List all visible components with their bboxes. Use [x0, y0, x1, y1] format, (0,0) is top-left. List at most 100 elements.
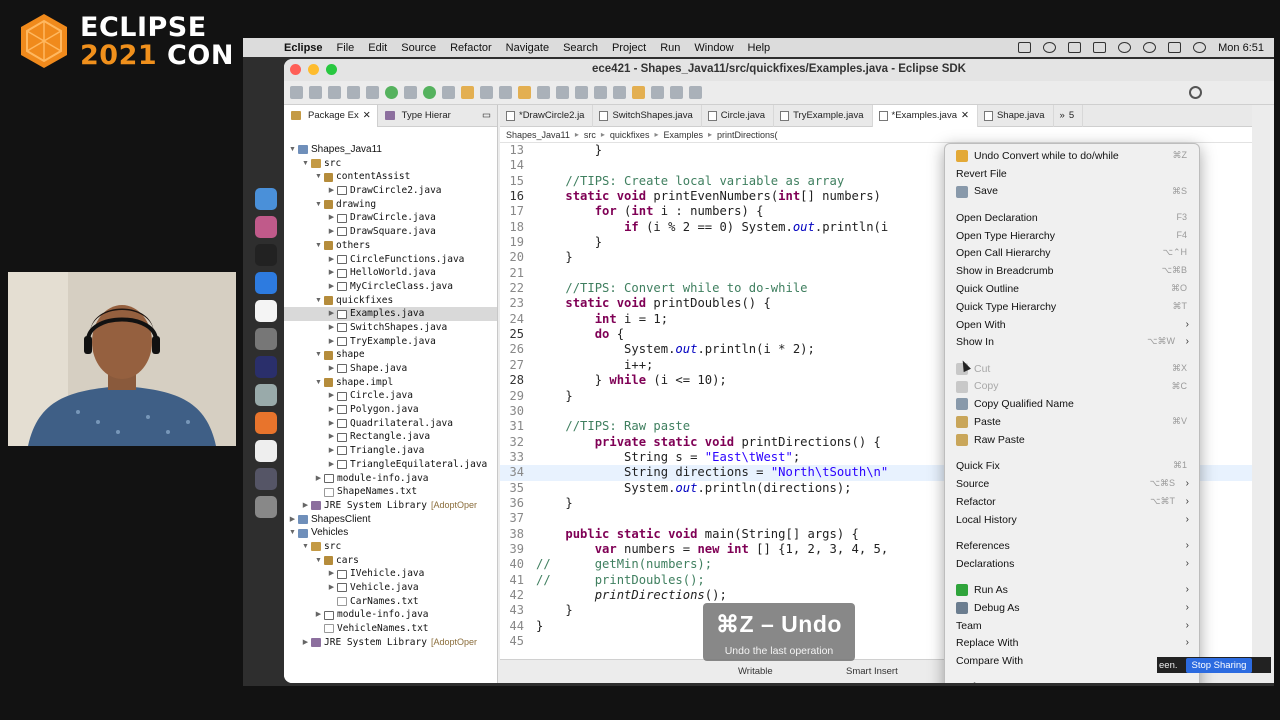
- tree-item[interactable]: ▶ Circle.java: [284, 389, 497, 403]
- collapsed-chevron-icon[interactable]: ▶: [327, 403, 336, 417]
- menu-item-show-in[interactable]: Show In ⌥⌘W ›: [945, 333, 1199, 351]
- stop-sharing-button[interactable]: Stop Sharing: [1185, 657, 1253, 673]
- siri-icon[interactable]: [1193, 42, 1207, 53]
- collapsed-chevron-icon[interactable]: ▶: [314, 472, 323, 486]
- menu-item-source[interactable]: Source ⌥⌘S ›: [945, 475, 1199, 493]
- menu-item-declarations[interactable]: Declarations ›: [945, 555, 1199, 573]
- firefox-dock-icon[interactable]: [255, 412, 277, 434]
- tree-item[interactable]: ▶ Vehicle.java: [284, 581, 497, 595]
- editor-tab[interactable]: *Examples.java ✕: [872, 104, 978, 127]
- tree-item[interactable]: ▶ module-info.java: [284, 608, 497, 622]
- tree-item[interactable]: ▶ SwitchShapes.java: [284, 321, 497, 335]
- new-package-icon[interactable]: [461, 86, 474, 99]
- breadcrumb-item[interactable]: Shapes_Java11: [506, 130, 570, 140]
- menu-item-raw-paste[interactable]: Raw Paste: [945, 431, 1199, 449]
- close-icon[interactable]: ✕: [961, 110, 969, 121]
- menu-item-replace-with[interactable]: Replace With ›: [945, 634, 1199, 652]
- tree-item[interactable]: ▶ JRE System Library [AdoptOper: [284, 499, 497, 513]
- back-icon[interactable]: [651, 86, 664, 99]
- tree-item[interactable]: ▶ Triangle.java: [284, 444, 497, 458]
- menu-item-open-type-hierarchy[interactable]: Open Type Hierarchy F4: [945, 227, 1199, 245]
- previous-annotation-icon[interactable]: [613, 86, 626, 99]
- skip-breakpoints-icon[interactable]: [347, 86, 360, 99]
- tree-item[interactable]: ▼ Vehicles: [284, 526, 497, 540]
- collapsed-chevron-icon[interactable]: ▶: [327, 581, 336, 595]
- show-whitespace-icon[interactable]: [556, 86, 569, 99]
- editor-tab[interactable]: SwitchShapes.java: [593, 104, 702, 127]
- collapsed-chevron-icon[interactable]: ▶: [301, 636, 310, 650]
- battery-icon[interactable]: [1093, 42, 1107, 53]
- textedit-dock-icon[interactable]: [255, 440, 277, 462]
- menu-item-open-declaration[interactable]: Open Declaration F3: [945, 209, 1199, 227]
- tab-package-explorer[interactable]: Package Ex ✕: [284, 104, 378, 127]
- minimize-view-icon[interactable]: ▭: [476, 105, 497, 127]
- editor-tab[interactable]: TryExample.java: [774, 104, 873, 127]
- menu-item-debug-as[interactable]: Debug As ›: [945, 599, 1199, 617]
- menu-navigate[interactable]: Navigate: [499, 42, 556, 54]
- tree-item[interactable]: ▼ quickfixes: [284, 294, 497, 308]
- menu-source[interactable]: Source: [394, 42, 443, 54]
- collapsed-chevron-icon[interactable]: ▶: [327, 335, 336, 349]
- block-selection-icon[interactable]: [575, 86, 588, 99]
- tree-item[interactable]: ▼ others: [284, 239, 497, 253]
- menu-project[interactable]: Project: [605, 42, 653, 54]
- save-all-icon[interactable]: [328, 86, 341, 99]
- collapsed-chevron-icon[interactable]: ▶: [327, 458, 336, 472]
- tree-item[interactable]: ▼ src: [284, 157, 497, 171]
- menu-item-open-call-hierarchy[interactable]: Open Call Hierarchy ⌥⌃H: [945, 244, 1199, 262]
- more-tabs-button[interactable]: » 5: [1054, 104, 1084, 127]
- expanded-chevron-icon[interactable]: ▼: [314, 170, 323, 184]
- menu-item-undo-convert-while-to-do-while[interactable]: Undo Convert while to do/while ⌘Z: [945, 147, 1199, 165]
- editor-tab[interactable]: *DrawCircle2.ja: [500, 104, 594, 127]
- expanded-chevron-icon[interactable]: ▼: [314, 198, 323, 212]
- menu-item-local-history[interactable]: Local History ›: [945, 511, 1199, 529]
- collapsed-chevron-icon[interactable]: ▶: [327, 362, 336, 376]
- tree-item[interactable]: ▶ module-info.java: [284, 472, 497, 486]
- expanded-chevron-icon[interactable]: ▼: [288, 526, 297, 540]
- collapsed-chevron-icon[interactable]: ▶: [288, 513, 297, 527]
- tree-item[interactable]: ▼ shape.impl: [284, 376, 497, 390]
- safari-dock-icon[interactable]: [255, 272, 277, 294]
- calendar-dock-icon[interactable]: [255, 300, 277, 322]
- toggle-mark-occurrences-icon[interactable]: [518, 86, 531, 99]
- toggle-breadcrumb-icon[interactable]: [537, 86, 550, 99]
- expanded-chevron-icon[interactable]: ▼: [314, 554, 323, 568]
- terminal-dock-icon[interactable]: [255, 244, 277, 266]
- menu-item-revert-file[interactable]: Revert File: [945, 165, 1199, 183]
- system-preferences-dock-icon[interactable]: [255, 328, 277, 350]
- tree-item[interactable]: ▶ DrawCircle2.java: [284, 184, 497, 198]
- expanded-chevron-icon[interactable]: ▼: [314, 294, 323, 308]
- tree-item[interactable]: ▶ Rectangle.java: [284, 430, 497, 444]
- menu-item-quick-outline[interactable]: Quick Outline ⌘O: [945, 280, 1199, 298]
- menu-help[interactable]: Help: [741, 42, 778, 54]
- screen-share-icon[interactable]: [1018, 42, 1032, 53]
- tree-item[interactable]: VehicleNames.txt: [284, 622, 497, 636]
- collapsed-chevron-icon[interactable]: ▶: [327, 211, 336, 225]
- tree-item[interactable]: ▶ TriangleEquilateral.java: [284, 458, 497, 472]
- tree-item[interactable]: ▼ src: [284, 540, 497, 554]
- trash-dock-icon[interactable]: [255, 496, 277, 518]
- search-icon[interactable]: [1189, 86, 1202, 99]
- camera-icon[interactable]: [1068, 42, 1082, 53]
- new-icon[interactable]: [290, 86, 303, 99]
- menu-item-quick-fix[interactable]: Quick Fix ⌘1: [945, 457, 1199, 475]
- expanded-chevron-icon[interactable]: ▼: [314, 239, 323, 253]
- collapsed-chevron-icon[interactable]: ▶: [327, 280, 336, 294]
- tree-item[interactable]: ▶ ShapesClient: [284, 513, 497, 527]
- menu-window[interactable]: Window: [687, 42, 740, 54]
- new-class-icon[interactable]: [480, 86, 493, 99]
- last-edit-location-icon[interactable]: [632, 86, 645, 99]
- tree-item[interactable]: ▼ cars: [284, 554, 497, 568]
- expanded-chevron-icon[interactable]: ▼: [301, 540, 310, 554]
- forward-icon[interactable]: [670, 86, 683, 99]
- collapsed-chevron-icon[interactable]: ▶: [327, 307, 336, 321]
- tab-type-hierarchy[interactable]: Type Hierar: [378, 105, 457, 127]
- tree-item[interactable]: ▶ MyCircleClass.java: [284, 280, 497, 294]
- menu-run[interactable]: Run: [653, 42, 687, 54]
- menu-search[interactable]: Search: [556, 42, 605, 54]
- close-icon[interactable]: ✕: [363, 110, 371, 121]
- new-java-project-icon[interactable]: [442, 86, 455, 99]
- collapsed-chevron-icon[interactable]: ▶: [327, 417, 336, 431]
- downloads-dock-icon[interactable]: [255, 468, 277, 490]
- tree-item[interactable]: ▶ CircleFunctions.java: [284, 253, 497, 267]
